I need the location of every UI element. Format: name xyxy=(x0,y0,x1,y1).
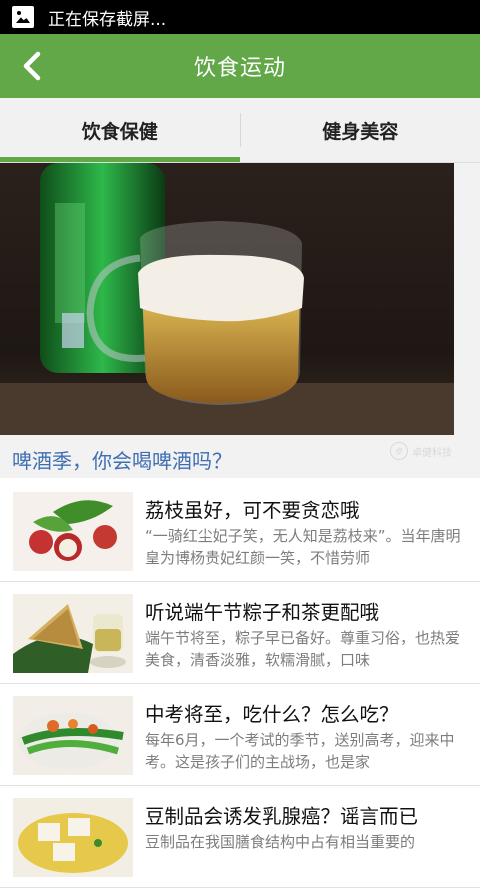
watermark-text: 卓健科技 xyxy=(412,444,452,459)
article-summary: 端午节将至，粽子早已备好。尊重习俗，也热爱美食，清香淡雅，软糯滑腻，口味 xyxy=(145,627,465,671)
tab-diet-health[interactable]: 饮食保健 xyxy=(0,98,240,162)
tab-bar: 饮食保健 健身美容 xyxy=(0,98,480,163)
status-bar: 正在保存截屏... xyxy=(0,0,480,34)
page-title: 饮食运动 xyxy=(194,50,286,82)
article-summary: 每年6月，一个考试的季节，送别高考，迎来中考。这是孩子们的主战场，也是家 xyxy=(145,729,465,773)
image-icon xyxy=(12,6,34,28)
beer-image xyxy=(0,163,454,435)
tab-fitness-beauty[interactable]: 健身美容 xyxy=(241,98,480,162)
tab-label: 健身美容 xyxy=(322,117,398,144)
list-item[interactable]: 中考将至，吃什么？怎么吃？ 每年6月，一个考试的季节，送别高考，迎来中考。这是孩… xyxy=(0,684,480,786)
watermark-logo: 卓 卓健科技 xyxy=(390,440,452,462)
featured-article[interactable]: 啤酒季，你会喝啤酒吗？ xyxy=(0,163,480,478)
article-title: 中考将至，吃什么？怎么吃？ xyxy=(145,698,399,727)
logo-icon: 卓 xyxy=(390,442,408,460)
list-item[interactable]: 荔枝虽好，可不要贪恋哦 “一骑红尘妃子笑，无人知是荔枝来”。当年唐明皇为博杨贵妃… xyxy=(0,480,480,582)
lychee-thumbnail xyxy=(13,492,133,571)
article-title: 听说端午节粽子和茶更配哦 xyxy=(145,596,379,625)
article-title: 豆制品会诱发乳腺癌？谣言而已 xyxy=(145,800,418,829)
article-title: 荔枝虽好，可不要贪恋哦 xyxy=(145,494,360,523)
tab-label: 饮食保健 xyxy=(82,117,158,144)
status-text: 正在保存截屏... xyxy=(48,5,166,30)
list-item[interactable]: 听说端午节粽子和茶更配哦 端午节将至，粽子早已备好。尊重习俗，也热爱美食，清香淡… xyxy=(0,582,480,684)
zongzi-tea-thumbnail xyxy=(13,594,133,673)
list-item[interactable]: 豆制品会诱发乳腺癌？谣言而已 豆制品在我国膳食结构中占有相当重要的 xyxy=(0,786,480,888)
tofu-thumbnail xyxy=(13,798,133,877)
vegetables-thumbnail xyxy=(13,696,133,775)
hero-caption: 啤酒季，你会喝啤酒吗？ xyxy=(12,445,232,474)
article-summary: 豆制品在我国膳食结构中占有相当重要的 xyxy=(145,831,465,875)
app-bar: 饮食运动 xyxy=(0,34,480,98)
article-summary: “一骑红尘妃子笑，无人知是荔枝来”。当年唐明皇为博杨贵妃红颜一笑，不惜劳师 xyxy=(145,525,465,569)
article-list: 荔枝虽好，可不要贪恋哦 “一骑红尘妃子笑，无人知是荔枝来”。当年唐明皇为博杨贵妃… xyxy=(0,480,480,888)
chevron-left-icon[interactable] xyxy=(20,49,44,83)
